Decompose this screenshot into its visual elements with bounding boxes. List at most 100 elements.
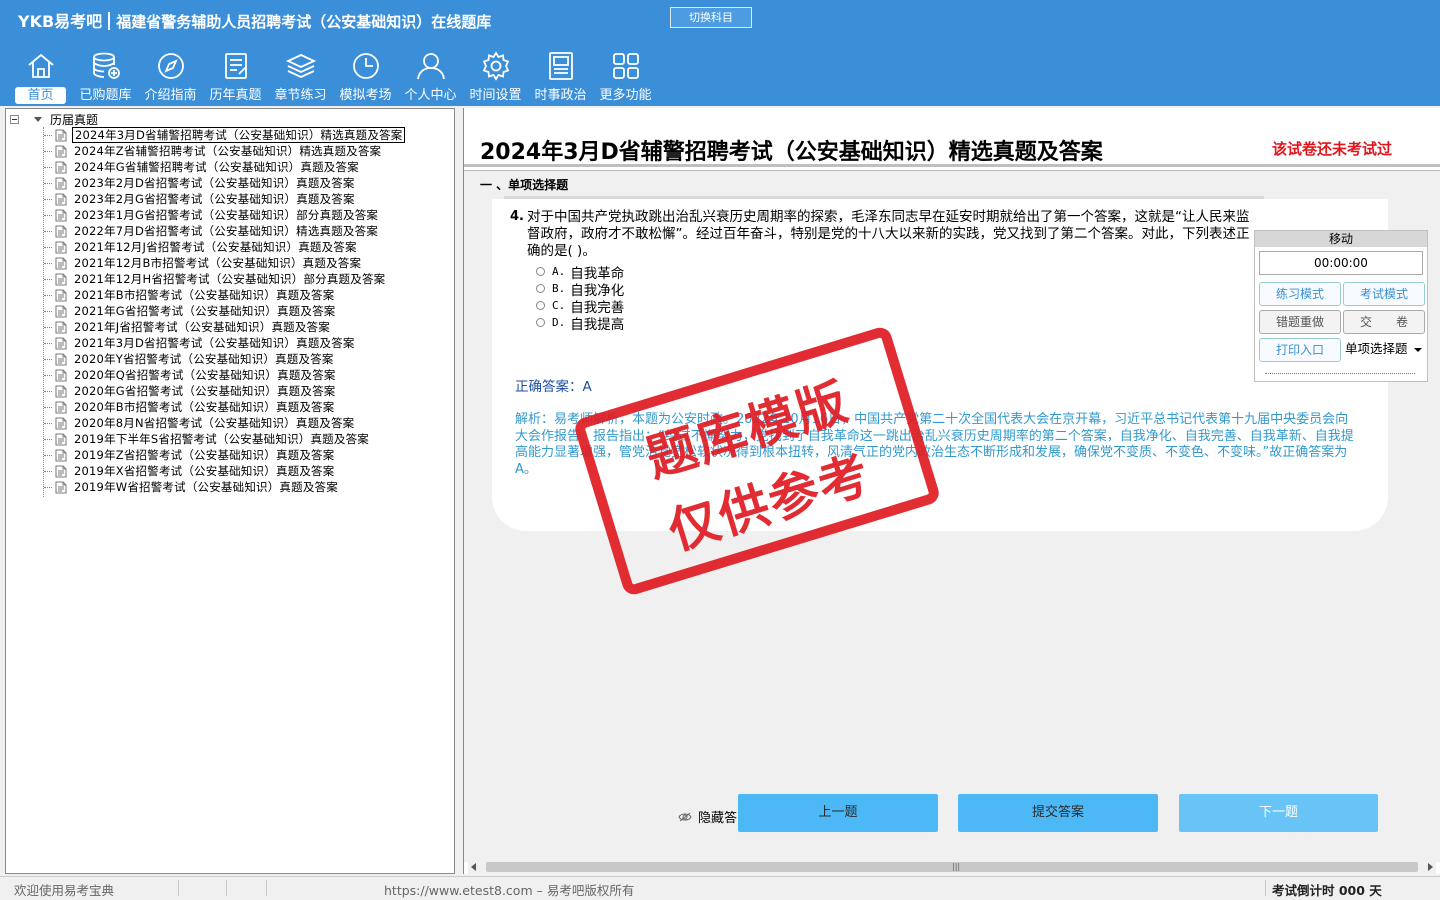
tree-item[interactable]: 2022年7月D省招警考试（公安基础知识）精选真题及答案 xyxy=(36,223,405,239)
tree-item[interactable]: 2021年G省招警考试（公安基础知识）真题及答案 xyxy=(36,303,405,319)
tree-item-label: 2023年2月D省招警考试（公安基础知识）真题及答案 xyxy=(74,176,355,190)
status-bar: 欢迎使用易考宝典 https://www.etest8.com – 易考吧版权所… xyxy=(0,876,1440,900)
nav-guide[interactable]: 介绍指南 xyxy=(138,46,203,104)
switch-subject-button[interactable]: 切换科目 xyxy=(670,7,752,28)
grid-icon xyxy=(612,53,639,79)
nav-current-affairs[interactable]: 时事政治 xyxy=(528,46,593,104)
tree-item[interactable]: 2021年3月D省招警考试（公安基础知识）真题及答案 xyxy=(36,335,405,351)
document-icon xyxy=(55,193,67,205)
tree-item[interactable]: 2020年8月N省招警考试（公安基础知识）真题及答案 xyxy=(36,415,405,431)
submit-answer-button[interactable]: 提交答案 xyxy=(958,794,1158,832)
brand-logo: YKB易考吧 xyxy=(18,12,103,31)
document-icon xyxy=(55,145,67,157)
radio-button[interactable] xyxy=(536,267,545,276)
tree-item[interactable]: 2019年X省招警考试（公安基础知识）真题及答案 xyxy=(36,463,405,479)
tree-root-label: 历届真题 xyxy=(50,112,99,127)
paper-list: 2024年3月D省辅警招聘考试（公安基础知识）精选真题及答案 2024年Z省辅警招… xyxy=(36,127,406,495)
option-b[interactable]: B. 自我净化 xyxy=(536,280,624,299)
nav-profile[interactable]: 个人中心 xyxy=(398,46,463,104)
tree-item-label: 2020年B市招警考试（公安基础知识）真题及答案 xyxy=(74,400,335,414)
document-icon xyxy=(55,161,67,173)
nav-home[interactable]: 首页 xyxy=(8,46,73,104)
radio-button[interactable] xyxy=(536,301,545,310)
scroll-right-icon[interactable] xyxy=(1428,863,1433,871)
layers-icon xyxy=(285,54,316,78)
tree-item[interactable]: 2024年Z省辅警招聘考试（公安基础知识）精选真题及答案 xyxy=(36,143,405,159)
tree-item[interactable]: 2021年12月B市招警考试（公安基础知识）真题及答案 xyxy=(36,255,405,271)
bank-title: 福建省警务辅助人员招聘考试（公安基础知识）在线题库 xyxy=(116,13,492,31)
tree-item[interactable]: 2019年W省招警考试（公安基础知识）真题及答案 xyxy=(36,479,405,495)
document-icon xyxy=(55,433,67,445)
collapse-icon[interactable] xyxy=(10,114,19,124)
tree-item[interactable]: 2023年1月G省招警考试（公安基础知识）部分真题及答案 xyxy=(36,207,405,223)
compass-icon xyxy=(157,53,184,79)
option-a[interactable]: A. 自我革命 xyxy=(536,263,624,282)
tree-item[interactable]: 2021年J省招警考试（公安基础知识）真题及答案 xyxy=(36,319,405,335)
tree-item[interactable]: 2021年12月H省招警考试（公安基础知识）部分真题及答案 xyxy=(36,271,405,287)
tree-root-node[interactable]: 历届真题 xyxy=(10,111,98,127)
main-toolbar: 首页 已购题库 介绍指南 历年真题 章节练习 模拟考场 个人中心 时间设置 时事… xyxy=(8,46,658,104)
horizontal-scrollbar[interactable]: ||| xyxy=(468,860,1436,874)
tree-item-label: 2019年W省招警考试（公安基础知识）真题及答案 xyxy=(74,480,338,494)
document-icon xyxy=(55,273,67,285)
document-icon xyxy=(55,257,67,269)
tree-item[interactable]: 2020年Q省招警考试（公安基础知识）真题及答案 xyxy=(36,367,405,383)
tree-item-label: 2023年1月G省招警考试（公安基础知识）部分真题及答案 xyxy=(74,208,379,222)
option-d[interactable]: D. 自我提高 xyxy=(536,314,624,333)
watermark-stamp: 题库模版 仅供参考 xyxy=(572,324,942,598)
document-icon xyxy=(55,305,67,317)
practice-mode-button[interactable]: 练习模式 xyxy=(1259,282,1341,306)
nav-chapters-label: 章节练习 xyxy=(274,88,327,103)
radio-button[interactable] xyxy=(536,284,545,293)
document-icon xyxy=(55,481,67,493)
exam-mode-button[interactable]: 考试模式 xyxy=(1343,282,1425,306)
panel-drag-handle[interactable]: 移动 xyxy=(1255,231,1427,247)
tree-item-label: 2021年J省招警考试（公安基础知识）真题及答案 xyxy=(74,320,330,334)
tree-item[interactable]: 2020年G省招警考试（公安基础知识）真题及答案 xyxy=(36,383,405,399)
nav-chapters[interactable]: 章节练习 xyxy=(268,46,333,104)
document-icon xyxy=(55,321,67,333)
paper-tree-panel: 历届真题 2024年3月D省辅警招聘考试（公安基础知识）精选真题及答案 2024年… xyxy=(5,108,455,874)
tree-item[interactable]: 2019年Z省招警考试（公安基础知识）真题及答案 xyxy=(36,447,405,463)
nav-more[interactable]: 更多功能 xyxy=(593,46,658,104)
submit-paper-button[interactable]: 交 卷 xyxy=(1343,310,1425,334)
tree-item-label: 2019年Z省招警考试（公安基础知识）真题及答案 xyxy=(74,448,335,462)
scroll-left-icon[interactable] xyxy=(471,863,476,871)
document-icon xyxy=(55,177,67,189)
document-list-icon xyxy=(224,53,247,79)
prev-question-button[interactable]: 上一题 xyxy=(738,794,938,832)
document-icon xyxy=(55,225,67,237)
nav-profile-label: 个人中心 xyxy=(404,88,457,103)
document-icon xyxy=(55,449,67,461)
option-list: A. 自我革命 B. 自我净化 C. 自我完善 D. 自我提高 xyxy=(536,263,624,333)
question-type-select[interactable]: 单项选择题 xyxy=(1343,338,1425,362)
tree-item-label: 2021年12月H省招警考试（公安基础知识）部分真题及答案 xyxy=(74,272,386,286)
timer-display: 00:00:00 xyxy=(1259,251,1423,275)
home-icon xyxy=(27,53,54,78)
tree-item[interactable]: 2024年3月D省辅警招聘考试（公安基础知识）精选真题及答案 xyxy=(36,127,406,143)
tree-item-label: 2022年7月D省招警考试（公安基础知识）精选真题及答案 xyxy=(74,224,379,238)
tree-item[interactable]: 2021年12月J省招警考试（公安基础知识）真题及答案 xyxy=(36,239,405,255)
tree-item[interactable]: 2019年下半年S省招警考试（公安基础知识）真题及答案 xyxy=(36,431,405,447)
tree-item[interactable]: 2020年Y省招警考试（公安基础知识）真题及答案 xyxy=(36,351,405,367)
redo-wrong-button[interactable]: 错题重做 xyxy=(1259,310,1341,334)
hide-answer-toggle[interactable]: 隐藏答 xyxy=(678,807,737,826)
tree-item[interactable]: 2024年G省辅警招聘考试（公安基础知识）真题及答案 xyxy=(36,159,405,175)
nav-time-settings-label: 时间设置 xyxy=(469,88,522,103)
nav-purchased[interactable]: 已购题库 xyxy=(73,46,138,104)
nav-mock-exam[interactable]: 模拟考场 xyxy=(333,46,398,104)
tree-item[interactable]: 2023年2月G省招警考试（公安基础知识）真题及答案 xyxy=(36,191,405,207)
next-question-button[interactable]: 下一题 xyxy=(1179,794,1378,832)
book-icon xyxy=(548,52,573,80)
chevron-down-icon xyxy=(34,116,42,122)
radio-button[interactable] xyxy=(536,318,545,327)
nav-time-settings[interactable]: 时间设置 xyxy=(463,46,528,104)
tree-item[interactable]: 2020年B市招警考试（公安基础知识）真题及答案 xyxy=(36,399,405,415)
tree-item[interactable]: 2023年2月D省招警考试（公安基础知识）真题及答案 xyxy=(36,175,405,191)
tree-item[interactable]: 2021年B市招警考试（公安基础知识）真题及答案 xyxy=(36,287,405,303)
tree-item-label: 2021年B市招警考试（公安基础知识）真题及答案 xyxy=(74,288,335,302)
option-c[interactable]: C. 自我完善 xyxy=(536,297,624,316)
nav-past-papers[interactable]: 历年真题 xyxy=(203,46,268,104)
print-entry-button[interactable]: 打印入口 xyxy=(1259,338,1341,362)
nav-more-label: 更多功能 xyxy=(599,88,652,103)
